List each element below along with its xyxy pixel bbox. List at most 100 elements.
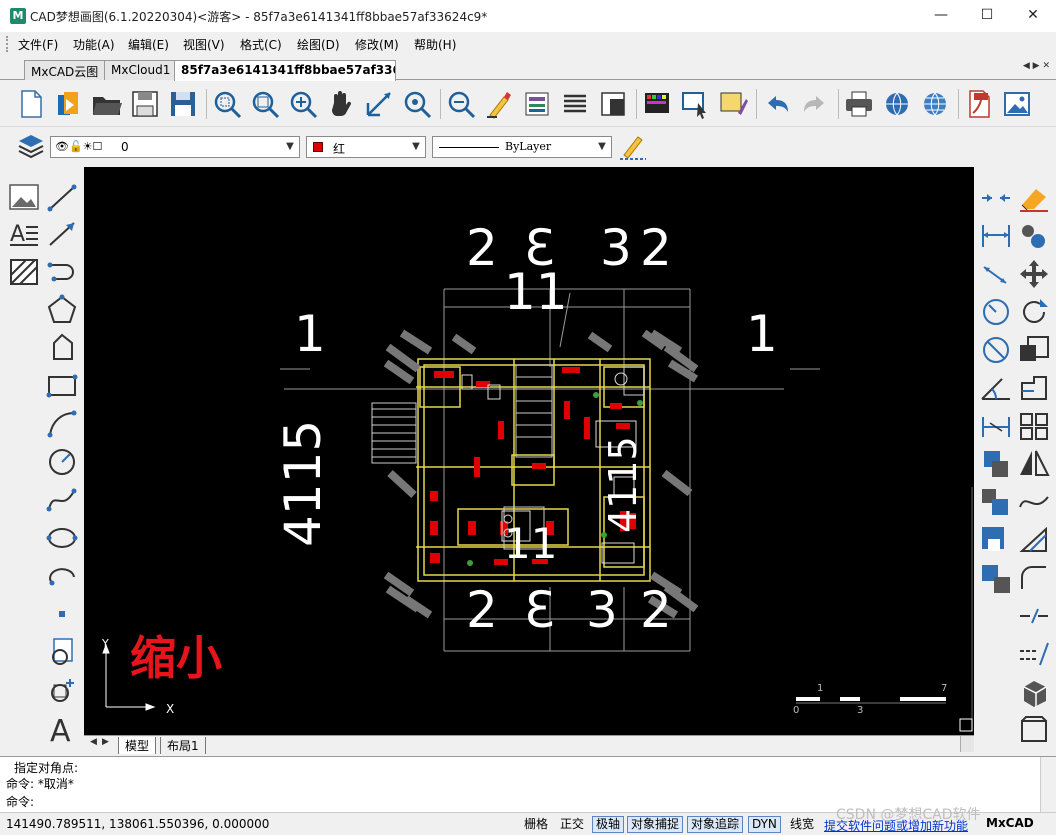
menu-function[interactable]: 功能(A) [73, 36, 115, 53]
radius-dimension-icon[interactable] [978, 295, 1014, 329]
close-button[interactable]: ✕ [1010, 0, 1056, 32]
linear-dimension-icon[interactable] [978, 219, 1014, 253]
ellipse-tool-icon[interactable] [44, 521, 80, 555]
block-icon[interactable] [596, 87, 630, 121]
trim-icon[interactable] [978, 485, 1014, 519]
menu-file[interactable]: 文件(F) [18, 36, 58, 53]
text-tool-icon[interactable]: A [6, 217, 42, 251]
zoom-out-icon[interactable] [444, 87, 478, 121]
toggle-dyn[interactable]: DYN [748, 816, 781, 833]
match-properties-icon[interactable] [482, 87, 516, 121]
zoom-extents-icon[interactable] [248, 87, 282, 121]
folder-open-icon[interactable] [90, 87, 124, 121]
save-icon[interactable] [128, 87, 162, 121]
polyline-tool-icon[interactable] [44, 255, 80, 289]
spline-tool-icon[interactable] [44, 483, 80, 517]
maximize-button[interactable]: ☐ [964, 0, 1010, 32]
angular-dimension-icon[interactable] [978, 371, 1014, 405]
command-prompt[interactable]: 命令: [6, 793, 34, 810]
menu-view[interactable]: 视图(V) [183, 36, 225, 53]
3d-box-icon[interactable] [1016, 675, 1052, 709]
line-tool-icon[interactable] [44, 181, 80, 215]
minimize-button[interactable]: — [918, 0, 964, 32]
menu-edit[interactable]: 编辑(E) [128, 36, 169, 53]
offset-icon[interactable] [978, 447, 1014, 481]
tab-mxcad-cloud[interactable]: MxCAD云图 [24, 60, 106, 80]
hatch-tool-icon[interactable] [6, 255, 42, 289]
properties-icon[interactable] [520, 87, 554, 121]
menu-draw[interactable]: 绘图(D) [297, 36, 340, 53]
diameter-dimension-icon[interactable] [978, 333, 1014, 367]
spline-edit-icon[interactable] [1016, 485, 1052, 519]
aligned-dimension-icon[interactable] [978, 257, 1014, 291]
pencil-ruler-icon[interactable] [616, 129, 650, 163]
menu-modify[interactable]: 修改(M) [355, 36, 399, 53]
point-tool-icon[interactable] [44, 597, 80, 631]
toggle-polar[interactable]: 极轴 [592, 816, 625, 833]
shape-tool-icon[interactable] [44, 331, 80, 365]
color-palette-icon[interactable] [640, 87, 674, 121]
rectangle-tool-icon[interactable] [44, 369, 80, 403]
erase-icon[interactable] [1016, 181, 1052, 215]
ellipse-arc-tool-icon[interactable] [44, 559, 80, 593]
ray-tool-icon[interactable] [44, 217, 80, 251]
undo-icon[interactable] [760, 87, 794, 121]
prev-layout-button[interactable]: ▶ [102, 737, 109, 747]
zoom-previous-icon[interactable] [362, 87, 396, 121]
move-icon[interactable] [1016, 257, 1052, 291]
cloud-icon[interactable] [880, 87, 914, 121]
extend-icon[interactable] [978, 523, 1014, 557]
command-scrollbar[interactable] [1040, 757, 1056, 813]
toggle-object-snap[interactable]: 对象捕捉 [627, 816, 684, 833]
fillet-icon[interactable] [1016, 561, 1052, 595]
insert-image-icon[interactable] [6, 181, 42, 215]
array-icon[interactable] [1016, 409, 1052, 443]
first-layout-button[interactable]: ◀ [90, 737, 97, 747]
chamfer-icon[interactable] [1016, 523, 1052, 557]
globe-icon[interactable] [918, 87, 952, 121]
toggle-grid[interactable]: 栅格 [520, 816, 552, 833]
explode-icon[interactable] [1016, 713, 1052, 747]
arc-tool-icon[interactable] [44, 407, 80, 441]
layer-list-icon[interactable] [558, 87, 592, 121]
select-icon[interactable] [678, 87, 712, 121]
break-icon[interactable] [978, 561, 1014, 595]
polygon-tool-icon[interactable] [44, 293, 80, 327]
multiline-text-icon[interactable]: A [44, 711, 80, 749]
drawing-canvas[interactable]: 2 3 3 2 11 1 1 4115 4115 2 3 3 2 11 缩小 X… [84, 167, 974, 735]
layer-select[interactable]: 👁🔓☀☐ 0 ▼ [50, 136, 300, 158]
tab-model[interactable]: 模型 [118, 737, 157, 754]
print-icon[interactable] [842, 87, 876, 121]
redo-icon[interactable] [798, 87, 832, 121]
color-select[interactable]: 红 ▼ [306, 136, 426, 158]
zoom-dynamic-icon[interactable] [400, 87, 434, 121]
pdf-icon[interactable] [962, 87, 996, 121]
layers-icon[interactable] [14, 129, 48, 163]
baseline-dimension-icon[interactable] [978, 409, 1014, 443]
tab-current-drawing[interactable]: 85f7a3e6141341ff8bbae57af3362... [174, 60, 396, 81]
save-as-icon[interactable] [166, 87, 200, 121]
image-icon[interactable] [1000, 87, 1034, 121]
toggle-ortho[interactable]: 正交 [556, 816, 588, 833]
stretch-icon[interactable] [1016, 371, 1052, 405]
scale-icon[interactable] [1016, 333, 1052, 367]
zoom-realtime-icon[interactable] [286, 87, 320, 121]
tab-scroll-controls[interactable]: ◀ ▶ ✕ [1023, 61, 1050, 71]
zoom-window-icon[interactable] [210, 87, 244, 121]
menu-help[interactable]: 帮助(H) [414, 36, 456, 53]
lengthen-icon[interactable] [1016, 637, 1052, 671]
rotate-icon[interactable] [1016, 295, 1052, 329]
tab-layout1[interactable]: 布局1 [160, 737, 206, 754]
block-insert-icon[interactable] [44, 635, 80, 669]
menu-format[interactable]: 格式(C) [240, 36, 282, 53]
linetype-select[interactable]: ByLayer ▼ [432, 136, 612, 158]
break-at-point-icon[interactable] [1016, 599, 1052, 633]
brush-icon[interactable] [716, 87, 750, 121]
open-icon[interactable] [52, 87, 86, 121]
tab-mxcloud1[interactable]: MxCloud1 [104, 60, 178, 80]
copy-icon[interactable] [1016, 219, 1052, 253]
circle-tool-icon[interactable] [44, 445, 80, 479]
horizontal-scrollbar[interactable] [960, 736, 974, 752]
toggle-object-track[interactable]: 对象追踪 [687, 816, 744, 833]
new-file-icon[interactable] [14, 87, 48, 121]
